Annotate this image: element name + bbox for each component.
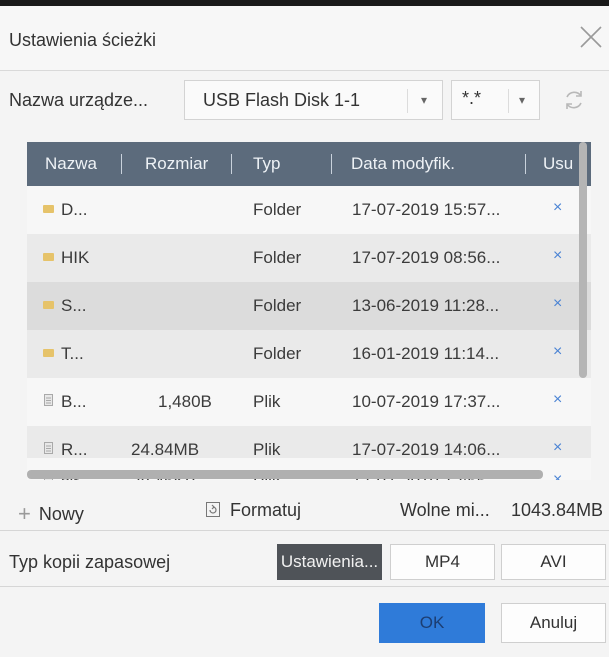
cell-type: Folder (253, 200, 302, 219)
col-type-header[interactable]: Typ (253, 154, 280, 174)
combo-divider (407, 89, 408, 113)
combo-divider (508, 89, 509, 113)
delete-icon[interactable]: × (553, 439, 562, 457)
backup-type-label: Typ kopii zapasowej (9, 552, 171, 572)
cell-type: Plik (253, 392, 281, 411)
backup-option-avi[interactable]: AVI (501, 544, 606, 580)
folder-icon (43, 349, 54, 357)
horizontal-scrollbar[interactable] (27, 470, 543, 479)
cell-type: Folder (253, 344, 302, 363)
ok-button[interactable]: OK (379, 603, 485, 643)
plus-icon: + (18, 501, 31, 526)
dialog-title: Ustawienia ścieżki (9, 30, 157, 50)
delete-icon[interactable]: × (553, 199, 562, 217)
cell-name: T... (61, 344, 84, 363)
cell-date: 13-06-2019 11:28... (352, 296, 500, 315)
cell-date: 17-07-2019 14:06... (352, 440, 501, 459)
cell-size: 1,480B (158, 392, 212, 411)
format-label: Formatuj (230, 500, 302, 520)
cell-type: Folder (253, 296, 302, 315)
vertical-scrollbar[interactable] (579, 142, 587, 378)
file-filter-select[interactable]: *.* ▾ (451, 80, 540, 120)
chevron-down-icon: ▾ (421, 93, 428, 107)
cell-name: R... (61, 440, 88, 459)
divider (0, 530, 609, 531)
cell-size: 24.84MB (131, 440, 200, 459)
backup-option-mp4[interactable]: MP4 (390, 544, 495, 580)
table-row[interactable]: HIK Folder 17-07-2019 08:56... × (27, 234, 591, 282)
device-select[interactable]: USB Flash Disk 1-1 ▾ (184, 80, 443, 120)
backup-option-settings[interactable]: Ustawienia... (277, 544, 382, 580)
cell-type: Plik (253, 440, 281, 459)
chevron-down-icon: ▾ (519, 93, 526, 107)
file-icon (44, 394, 53, 406)
header-divider (525, 154, 526, 174)
cell-type: Folder (253, 248, 302, 267)
folder-icon (43, 301, 54, 309)
header-divider (231, 154, 232, 174)
refresh-icon[interactable] (562, 88, 586, 112)
close-icon[interactable] (578, 24, 604, 50)
cell-name: S... (61, 296, 87, 315)
file-icon (44, 442, 53, 454)
cell-date: 10-07-2019 17:37... (352, 392, 501, 411)
divider (0, 586, 609, 587)
col-size-header[interactable]: Rozmiar (145, 154, 208, 174)
table-row[interactable]: T... Folder 16-01-2019 11:14... × (27, 330, 591, 378)
delete-icon[interactable]: × (553, 247, 562, 265)
new-folder-button[interactable]: + Nowy (18, 500, 84, 526)
cancel-button[interactable]: Anuluj (501, 603, 606, 643)
table-row[interactable]: B... 1,480B Plik 10-07-2019 17:37... × (27, 378, 591, 426)
delete-icon[interactable]: × (553, 471, 562, 480)
cell-date: 17-07-2019 08:56... (352, 248, 501, 267)
new-folder-label: Nowy (38, 504, 84, 524)
free-space-label: Wolne mi... (400, 500, 490, 520)
cell-name: B... (61, 392, 87, 411)
delete-icon[interactable]: × (553, 295, 562, 313)
cell-date: 16-01-2019 11:14... (352, 344, 500, 363)
device-select-value: USB Flash Disk 1-1 (203, 90, 361, 110)
header-divider (121, 154, 122, 174)
delete-icon[interactable]: × (553, 391, 562, 409)
free-space-value: 1043.84MB (511, 500, 604, 520)
col-name-header[interactable]: Nazwa (45, 154, 97, 174)
table-header: Nazwa Rozmiar Typ Data modyfik. Usu (27, 142, 591, 186)
col-date-header[interactable]: Data modyfik. (351, 154, 455, 174)
device-name-label: Nazwa urządze... (9, 90, 149, 110)
cell-date: 17-07-2019 15:57... (352, 200, 501, 219)
folder-icon (43, 205, 54, 213)
title-bar: Ustawienia ścieżki (0, 6, 609, 71)
cell-name: D... (61, 200, 88, 219)
table-row[interactable]: D... Folder 17-07-2019 15:57... × (27, 186, 591, 234)
file-table[interactable]: Nazwa Rozmiar Typ Data modyfik. Usu D...… (27, 142, 591, 480)
format-icon (206, 502, 220, 517)
path-settings-dialog: Ustawienia ścieżki Nazwa urządze... USB … (0, 6, 609, 657)
header-divider (331, 154, 332, 174)
table-row[interactable]: S... Folder 13-06-2019 11:28... × (27, 282, 591, 330)
delete-icon[interactable]: × (553, 343, 562, 361)
folder-icon (43, 253, 54, 261)
format-button[interactable]: Formatuj (206, 500, 301, 521)
col-delete-header[interactable]: Usu (543, 154, 573, 174)
file-filter-value: *.* (462, 88, 482, 108)
cell-name: HIK (61, 248, 90, 267)
